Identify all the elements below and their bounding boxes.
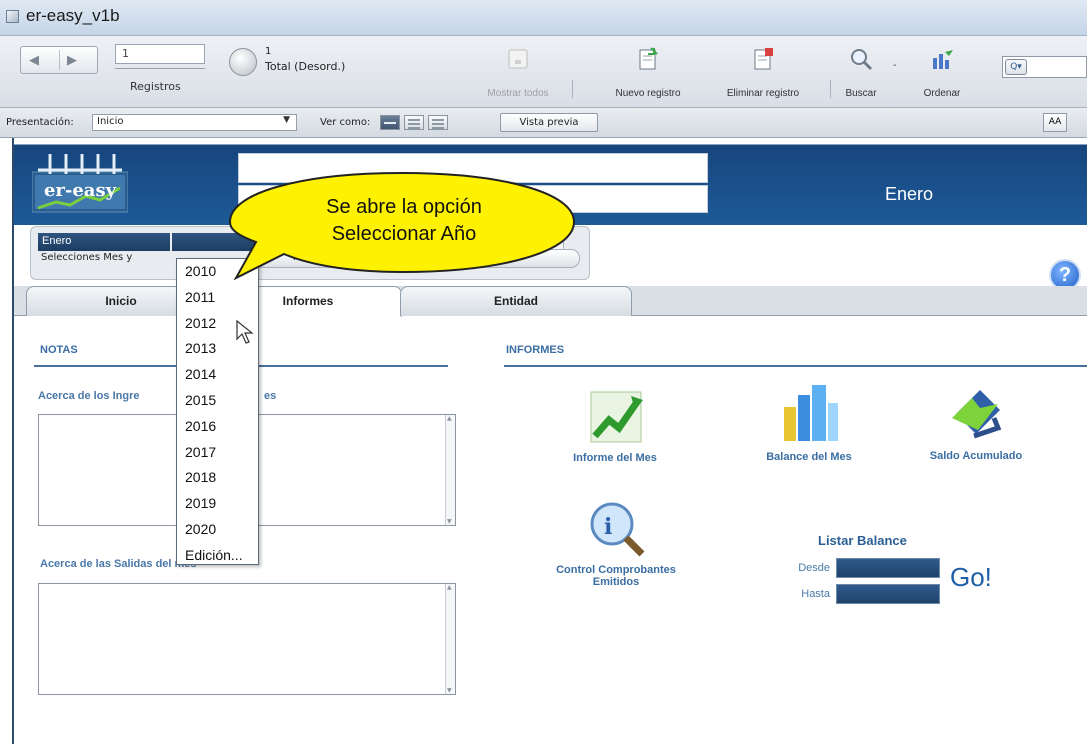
text-size-button[interactable]: AA [1043,113,1067,132]
record-navigation[interactable]: ◀ ▶ [20,46,98,74]
chart-up-icon [590,391,643,443]
sort-button[interactable]: Ordenar [912,46,972,99]
year-option[interactable]: 2014 [177,362,258,388]
presentation-label: Presentación: [6,117,74,128]
magnifier-info-icon: i [590,502,645,557]
month-select[interactable]: Enero [38,233,170,251]
preview-button[interactable]: Vista previa [500,113,598,132]
new-record-button[interactable]: Nuevo registro [588,46,708,99]
list-balance-heading: Listar Balance [818,533,907,548]
records-label: Registros [130,80,181,93]
year-option[interactable]: 2011 [177,285,258,311]
receipts-control-button[interactable]: i Control Comprobantes Emitidos [526,498,706,588]
month-display: Enero [884,184,934,204]
from-label: Desde [798,562,830,574]
callout-line-2: Seleccionar Año [332,223,477,245]
callout-line-1: Se abre la opción [326,196,482,218]
status-toolbar: ◀ ▶ 1 Registros 1 Total (Desord.) Mostra… [0,36,1087,108]
monthly-balance-button[interactable]: Balance del Mes [744,383,874,463]
monthly-report-button[interactable]: Informe del Mes [550,386,680,464]
record-number-input[interactable]: 1 [115,44,205,64]
view-form-button[interactable] [380,115,400,130]
outflow-notes-field[interactable] [38,583,456,695]
app-icon [6,10,19,23]
year-dropdown-list[interactable]: 2010 2011 2012 2013 2014 2015 2016 2017 … [176,258,259,565]
previous-record-icon[interactable]: ◀ [29,53,39,68]
search-button[interactable]: Buscar [836,46,886,99]
year-option[interactable]: 2015 [177,388,258,414]
select-hint: Selecciones Mes y [41,252,133,263]
layout-bar: Presentación: Inicio ▼ Ver como: Vista p… [0,108,1087,138]
search-icon [848,46,874,72]
view-table-button[interactable] [428,115,448,130]
year-option[interactable]: 2016 [177,414,258,440]
window-title: er-easy_v1b [26,6,120,25]
reports-divider [504,365,1087,367]
bar-chart-icon [784,385,838,441]
record-slider[interactable] [115,68,205,69]
arrows-icon [952,390,1002,439]
from-date-field[interactable] [836,558,940,578]
show-all-button[interactable]: Mostrar todos [468,46,568,99]
presentation-select[interactable]: Inicio ▼ [92,114,297,131]
income-notes-label: Acerca de los Ingre [38,390,140,402]
quick-find-input[interactable]: Q▾ [1002,56,1087,78]
svg-text:i: i [604,514,612,540]
mouse-cursor-icon [236,320,254,344]
tab-entidad[interactable]: Entidad [400,286,632,316]
sort-icon [929,46,955,72]
tab-strip: Inicio Informes Entidad [14,286,1087,317]
scrollbar[interactable] [445,415,455,525]
callout-bubble: Se abre la opción Seleccionar Año [228,171,576,281]
er-easy-logo: er-easy [31,148,129,216]
edit-option[interactable]: Edición... [177,543,258,569]
year-option[interactable]: 2020 [177,517,258,543]
toolbar-divider [830,80,831,98]
income-notes-label-tail: es [264,390,277,402]
outflow-notes-label: Acerca de las Salidas del mes [40,558,197,570]
go-button[interactable]: Go! [950,562,992,593]
toolbar-divider [572,80,573,98]
record-pie-icon [229,48,257,76]
to-label: Hasta [801,588,830,600]
show-all-icon [505,46,531,72]
logo-text: er-easy [44,180,117,201]
delete-record-button[interactable]: Eliminar registro [703,46,823,99]
year-option[interactable]: 2019 [177,491,258,517]
notes-heading: NOTAS [40,344,78,356]
accumulated-balance-button[interactable]: Saldo Acumulado [906,384,1046,462]
next-record-icon[interactable]: ▶ [67,53,77,68]
quick-find-icon[interactable]: Q▾ [1005,59,1027,75]
search-dropdown-icon[interactable]: - [893,60,897,71]
delete-record-icon [750,46,776,72]
chevron-down-icon: ▼ [283,115,290,125]
presentation-value: Inicio [97,116,124,127]
total-count: 1 [265,46,272,57]
to-date-field[interactable] [836,584,940,604]
total-label: Total (Desord.) [265,60,346,73]
nav-divider [59,50,60,70]
year-option[interactable]: 2018 [177,465,258,491]
window-titlebar: er-easy_v1b [0,0,1087,36]
year-option[interactable]: 2017 [177,440,258,466]
view-as-label: Ver como: [320,117,371,128]
reports-heading: INFORMES [506,344,565,356]
view-list-button[interactable] [404,115,424,130]
new-record-icon [635,46,661,72]
scrollbar[interactable] [445,584,455,694]
